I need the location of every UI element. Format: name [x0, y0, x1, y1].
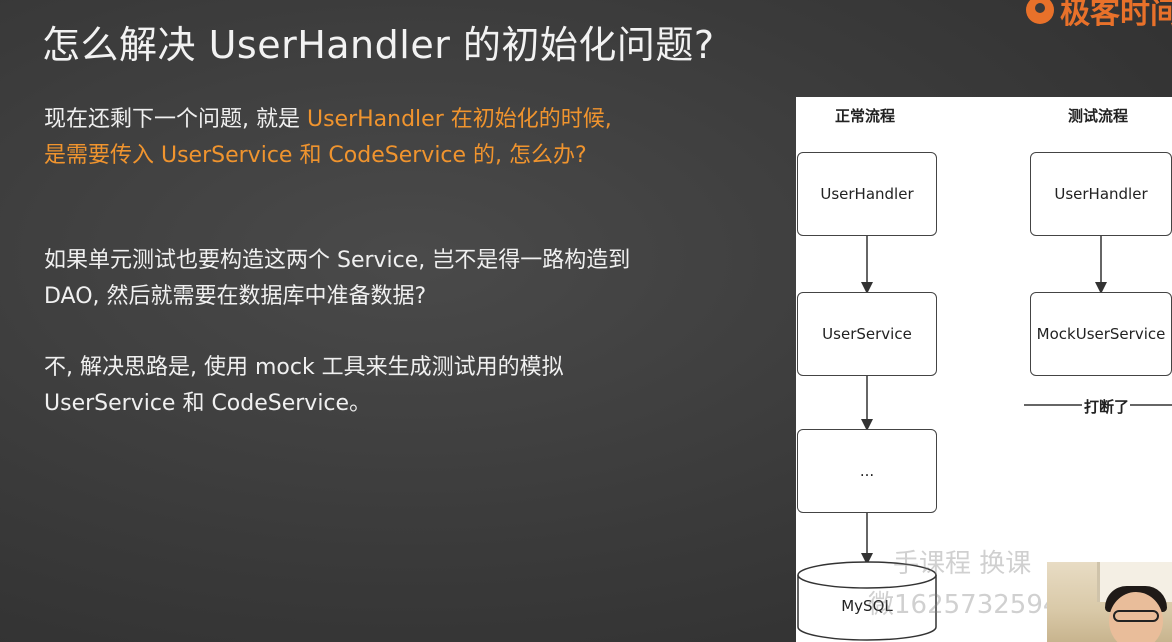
test-flow-heading: 测试流程 [1068, 107, 1129, 125]
paragraph-problem: 现在还剩下一个问题, 就是 UserHandler 在初始化的时候, 是需要传入… [44, 102, 634, 174]
node-test-userhandler: UserHandler [1030, 152, 1172, 236]
slide-title: 怎么解决 UserHandler 的初始化问题? [42, 23, 715, 67]
node-userservice: UserService [797, 292, 937, 376]
watermark-line2: 微1625732594 [868, 590, 1060, 620]
paragraph-solution: 不, 解决思路是, 使用 mock 工具来生成测试用的模拟 UserServic… [44, 355, 564, 416]
brand-logo: 极客时间 [1026, 0, 1172, 31]
paragraph-problem-lead: 现在还剩下一个问题, 就是 [44, 107, 307, 132]
normal-flow-heading: 正常流程 [835, 107, 896, 125]
break-label: 打断了 [1084, 398, 1130, 416]
webcam-overlay [1047, 562, 1172, 642]
watermark-line1: 手课程 换课 [893, 549, 1032, 579]
logo-icon [1026, 0, 1054, 24]
node-ellipsis: ... [797, 429, 937, 513]
logo-text: 极客时间 [1060, 0, 1172, 31]
node-userhandler: UserHandler [797, 152, 937, 236]
paragraph-question: 如果单元测试也要构造这两个 Service, 岂不是得一路构造到 DAO, 然后… [44, 248, 631, 309]
node-mockuserservice: MockUserService [1030, 292, 1172, 376]
